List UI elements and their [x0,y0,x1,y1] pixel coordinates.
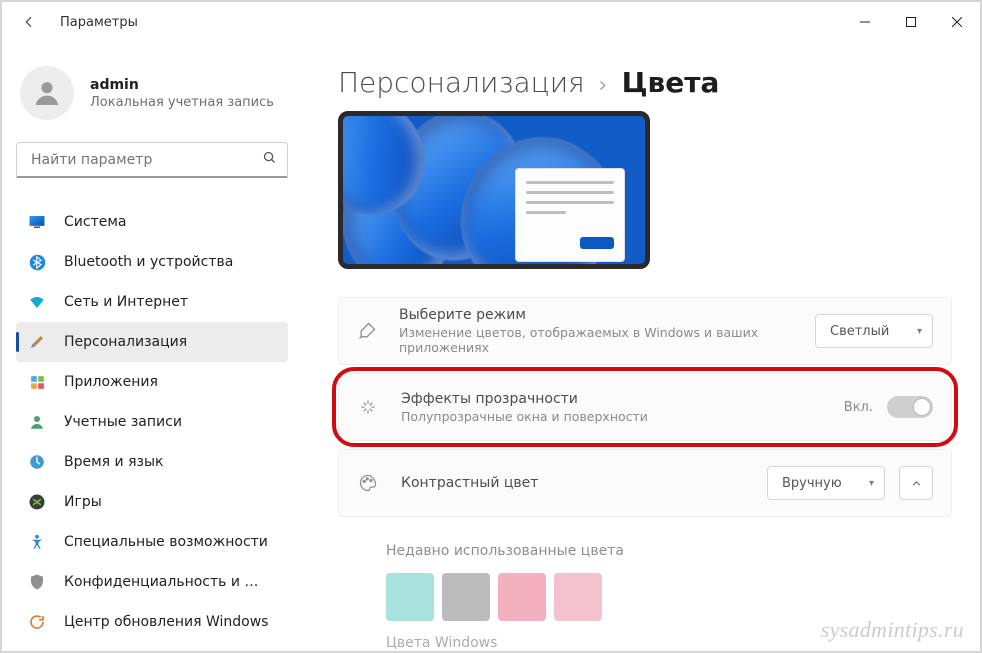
dropdown-value: Вручную [782,476,842,491]
close-button[interactable] [934,2,980,42]
expand-accent-button[interactable] [899,466,933,500]
mode-dropdown[interactable]: Светлый ▾ [815,314,933,348]
transparency-toggle[interactable] [887,396,933,418]
color-swatch[interactable] [386,573,434,621]
dropdown-value: Светлый [830,324,889,339]
setting-title: Выберите режим [399,307,793,323]
setting-subtitle: Полупрозрачные окна и поверхности [401,409,648,424]
setting-title: Контрастный цвет [401,475,538,491]
recent-colors-heading: Недавно использованные цвета [386,543,952,559]
sidebar-item-apps[interactable]: Приложения [16,362,288,402]
sidebar-item-label: Конфиденциальность и безопасность [64,574,264,590]
page-title: Цвета [622,66,720,99]
sidebar-item-personalization[interactable]: Персонализация [16,322,288,362]
user-icon [28,413,46,431]
accent-dropdown[interactable]: Вручную ▾ [767,466,885,500]
update-icon [28,613,46,631]
sidebar-item-accessibility[interactable]: Специальные возможности [16,522,288,562]
breadcrumb-parent[interactable]: Персонализация [338,66,585,99]
sidebar-item-network[interactable]: Сеть и Интернет [16,282,288,322]
maximize-button[interactable] [888,2,934,42]
theme-preview [338,111,650,269]
sidebar-item-label: Центр обновления Windows [64,614,268,630]
setting-title: Эффекты прозрачности [401,391,648,407]
sidebar-item-gaming[interactable]: Игры [16,482,288,522]
toggle-state-label: Вкл. [844,400,873,415]
sidebar-nav: Система Bluetooth и устройства Сеть и Ин… [16,202,288,642]
sidebar-item-label: Специальные возможности [64,534,268,550]
avatar [20,66,74,120]
sidebar-item-label: Игры [64,494,102,510]
sidebar-item-label: Сеть и Интернет [64,294,188,310]
accent-subsection: Недавно использованные цвета Цвета Windo… [338,543,952,651]
sidebar-item-accounts[interactable]: Учетные записи [16,402,288,442]
search-input-field[interactable] [29,151,262,169]
search-input[interactable] [16,142,288,178]
titlebar: Параметры [2,2,980,42]
apps-icon [28,373,46,391]
sidebar-item-label: Bluetooth и устройства [64,254,233,270]
windows-colors-heading: Цвета Windows [386,635,952,651]
color-swatch[interactable] [554,573,602,621]
sidebar-item-update[interactable]: Центр обновления Windows [16,602,288,642]
sidebar-item-label: Время и язык [64,454,163,470]
search-icon [262,150,277,169]
sidebar-item-label: Учетные записи [64,414,182,430]
sidebar-item-label: Приложения [64,374,158,390]
color-swatch[interactable] [498,573,546,621]
setting-row-accent[interactable]: Контрастный цвет Вручную ▾ [338,449,952,517]
display-icon [28,213,46,231]
chevron-down-icon: ▾ [869,478,874,489]
accessibility-icon [28,533,46,551]
paintbrush-icon [28,333,46,351]
setting-row-mode[interactable]: Выберите режим Изменение цветов, отображ… [338,297,952,365]
wifi-icon [28,293,46,311]
breadcrumb: Персонализация › Цвета [338,66,952,99]
chevron-down-icon: ▾ [917,326,922,337]
color-swatch[interactable] [442,573,490,621]
sidebar-item-bluetooth[interactable]: Bluetooth и устройства [16,242,288,282]
sidebar: admin Локальная учетная запись Система [2,42,302,651]
shield-icon [28,573,46,591]
profile-name: admin [90,77,274,93]
recent-color-swatches [386,573,952,621]
palette-icon [357,473,379,493]
chevron-right-icon: › [599,73,608,98]
gaming-icon [28,493,46,511]
clock-globe-icon [28,453,46,471]
setting-row-transparency[interactable]: Эффекты прозрачности Полупрозрачные окна… [338,373,952,441]
sparkle-icon [357,397,379,417]
sidebar-item-system[interactable]: Система [16,202,288,242]
profile-block[interactable]: admin Локальная учетная запись [20,66,288,120]
sidebar-item-time[interactable]: Время и язык [16,442,288,482]
sidebar-item-label: Персонализация [64,334,187,350]
minimize-button[interactable] [842,2,888,42]
brush-icon [357,321,377,341]
main-pane: Персонализация › Цвета [302,42,980,651]
sidebar-item-privacy[interactable]: Конфиденциальность и безопасность [16,562,288,602]
sidebar-item-label: Система [64,214,126,230]
window-title: Параметры [60,15,138,30]
preview-window-mock [515,168,625,262]
bluetooth-icon [28,253,46,271]
setting-subtitle: Изменение цветов, отображаемых в Windows… [399,325,793,355]
profile-account-type: Локальная учетная запись [90,95,274,110]
back-button[interactable] [16,9,42,35]
